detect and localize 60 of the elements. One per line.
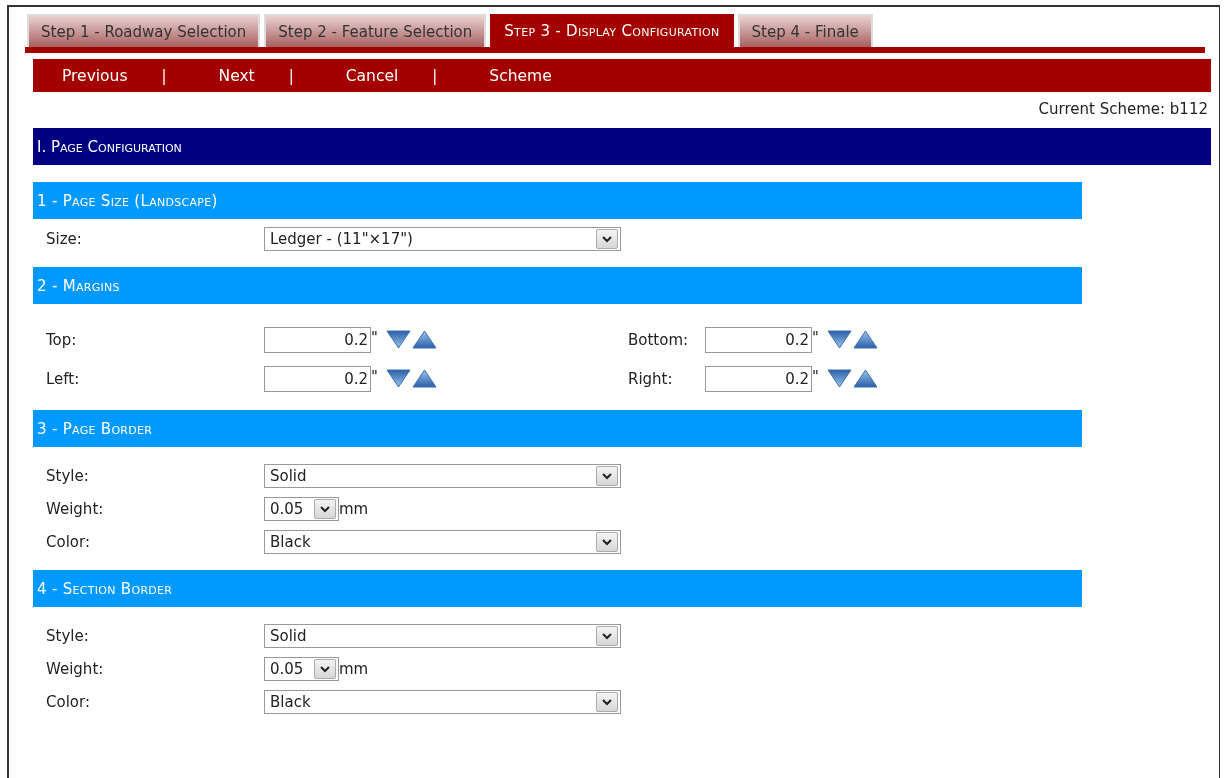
input-field[interactable]: 0.2 bbox=[264, 365, 371, 392]
arrow-up-icon[interactable] bbox=[411, 330, 437, 349]
field-label: Size: bbox=[46, 230, 83, 248]
arrow-up-icon[interactable] bbox=[852, 369, 878, 388]
field-label: Weight: bbox=[46, 660, 105, 678]
dropdown[interactable]: Solid bbox=[264, 624, 621, 648]
field-label: Right: bbox=[628, 369, 674, 388]
dropdown[interactable]: Black bbox=[264, 690, 621, 714]
arrow-down-icon[interactable] bbox=[385, 369, 411, 388]
group-header: 1 - Page Size (Landscape) bbox=[33, 182, 1082, 219]
arrow-up-icon[interactable] bbox=[411, 369, 437, 388]
arrow-down-icon[interactable] bbox=[385, 330, 411, 349]
dropdown[interactable]: Black bbox=[264, 530, 621, 554]
arrow-up-icon[interactable] bbox=[852, 330, 878, 349]
field-label: Style: bbox=[46, 627, 90, 645]
section-header: I. Page Configuration bbox=[33, 128, 1211, 165]
arrow-down-icon[interactable] bbox=[826, 369, 852, 388]
nav-link[interactable]: Cancel bbox=[345, 66, 399, 85]
chevron-down-icon bbox=[320, 665, 330, 673]
group-header: 4 - Section Border bbox=[33, 570, 1082, 607]
unit-label: mm bbox=[339, 500, 369, 518]
input-field[interactable]: 0.2 bbox=[705, 326, 812, 353]
input-field[interactable]: 0.2 bbox=[264, 326, 371, 353]
field-label: Left: bbox=[46, 369, 81, 388]
field-label: Color: bbox=[46, 693, 91, 711]
separator: | bbox=[161, 66, 167, 85]
chevron-down-icon bbox=[320, 505, 330, 513]
group-header: 3 - Page Border bbox=[33, 410, 1082, 447]
dropdown[interactable]: Ledger - (11"×17") bbox=[264, 227, 621, 251]
dropdown[interactable]: 0.05 bbox=[264, 497, 339, 521]
unit-label: " bbox=[812, 328, 819, 347]
nav-link[interactable]: Scheme bbox=[489, 66, 552, 85]
field-label: Color: bbox=[46, 533, 91, 551]
unit-label: " bbox=[371, 367, 378, 386]
tab[interactable]: Step 4 - Finale bbox=[737, 14, 873, 47]
tab[interactable]: Step 3 - Display Configuration bbox=[490, 14, 734, 47]
dropdown[interactable]: Solid bbox=[264, 464, 621, 488]
tab[interactable]: Step 1 - Roadway Selection bbox=[27, 14, 261, 47]
chevron-down-icon bbox=[602, 472, 612, 480]
separator: | bbox=[432, 66, 438, 85]
chevron-down-icon bbox=[602, 632, 612, 640]
tab[interactable]: Step 2 - Feature Selection bbox=[264, 14, 487, 47]
separator: | bbox=[288, 66, 294, 85]
group-header: 2 - Margins bbox=[33, 267, 1082, 304]
field-label: Bottom: bbox=[628, 330, 690, 349]
nav-link[interactable]: Previous bbox=[62, 66, 128, 85]
chevron-down-icon bbox=[602, 698, 612, 706]
unit-label: " bbox=[812, 367, 819, 386]
arrow-down-icon[interactable] bbox=[826, 330, 852, 349]
field-label: Style: bbox=[46, 467, 90, 485]
unit-label: " bbox=[371, 328, 378, 347]
dropdown[interactable]: 0.05 bbox=[264, 657, 339, 681]
unit-label: mm bbox=[339, 660, 369, 678]
chevron-down-icon bbox=[602, 538, 612, 546]
current-scheme: Current Scheme: b112 bbox=[1038, 100, 1208, 118]
input-field[interactable]: 0.2 bbox=[705, 365, 812, 392]
nav-link[interactable]: Next bbox=[218, 66, 255, 85]
field-label: Weight: bbox=[46, 500, 105, 518]
field-label: Top: bbox=[46, 330, 78, 349]
chevron-down-icon bbox=[602, 235, 612, 243]
